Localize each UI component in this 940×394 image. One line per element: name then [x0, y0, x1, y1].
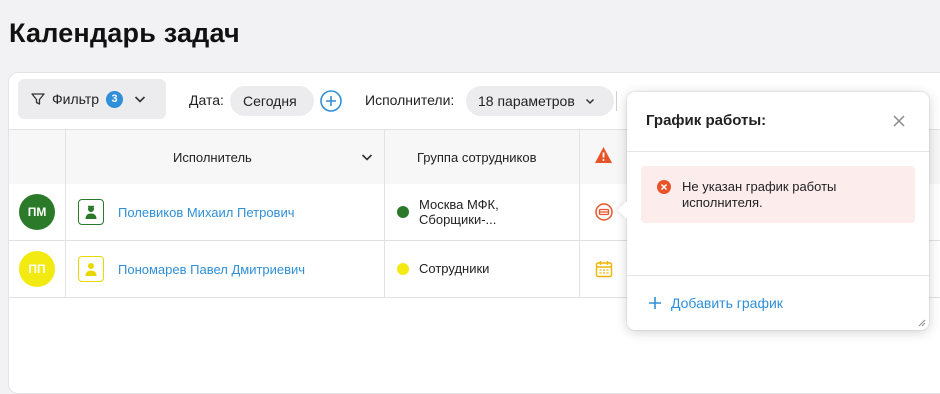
column-divider [384, 241, 385, 297]
filter-button[interactable]: Фильтр 3 [18, 79, 166, 119]
executors-select[interactable]: 18 параметров [466, 86, 614, 116]
work-schedule-popover: График работы: Не указан график работы и… [627, 92, 929, 330]
filter-count-badge: 3 [106, 90, 124, 108]
avatar: ПМ [19, 194, 55, 230]
add-schedule-button[interactable]: Добавить график [648, 295, 783, 311]
filter-label: Фильтр [52, 91, 100, 107]
popover-divider [627, 275, 929, 276]
executor-name-link[interactable]: Полевиков Михаил Петрович [118, 205, 294, 220]
date-label: Дата: [189, 92, 224, 108]
column-divider [384, 130, 385, 184]
executors-label: Исполнители: [365, 92, 455, 108]
executors-value: 18 параметров [478, 93, 575, 109]
column-divider [384, 184, 385, 240]
chevron-down-icon [134, 96, 146, 103]
chevron-down-icon [585, 98, 594, 105]
warning-icon [595, 147, 612, 163]
column-divider [579, 130, 580, 184]
column-divider [65, 241, 66, 297]
filter-icon [31, 93, 45, 105]
column-divider [579, 241, 580, 297]
plus-icon [649, 297, 661, 309]
employee-photo [78, 199, 104, 225]
chevron-down-icon[interactable] [360, 150, 374, 164]
close-icon[interactable] [891, 113, 907, 129]
column-divider [65, 130, 66, 184]
employee-photo [78, 256, 104, 282]
date-select[interactable]: Сегодня [230, 86, 314, 116]
popover-divider [627, 151, 929, 152]
executor-name-link[interactable]: Пономарев Павел Дмитриевич [118, 262, 305, 277]
error-icon [657, 180, 671, 194]
resize-handle-icon[interactable] [918, 319, 926, 327]
popover-title: График работы: [646, 112, 767, 129]
error-text: Не указан график работы исполнителя. [682, 179, 837, 210]
person-icon [85, 263, 97, 276]
group-name: Сотрудники [419, 261, 490, 276]
group-name-line1: Москва МФК, [419, 197, 499, 212]
no-entry-icon[interactable] [594, 202, 614, 222]
add-date-icon[interactable] [320, 90, 342, 112]
date-value: Сегодня [243, 93, 297, 109]
worker-icon [85, 205, 97, 219]
avatar: ПП [19, 251, 55, 287]
group-name-line2: Сборщики-... [419, 212, 497, 227]
group-name: Москва МФК, Сборщики-... [419, 197, 499, 227]
group-color-dot [397, 263, 409, 275]
group-color-dot [397, 206, 409, 218]
column-divider [65, 184, 66, 240]
error-alert: Не указан график работы исполнителя. [641, 166, 915, 223]
calendar-icon[interactable] [594, 259, 614, 279]
column-divider [579, 184, 580, 240]
header-executor: Исполнитель [173, 149, 252, 165]
toolbar-divider [616, 91, 617, 111]
header-group: Группа сотрудников [417, 149, 537, 165]
add-schedule-label: Добавить график [671, 295, 783, 311]
page-title: Календарь задач [9, 18, 240, 48]
